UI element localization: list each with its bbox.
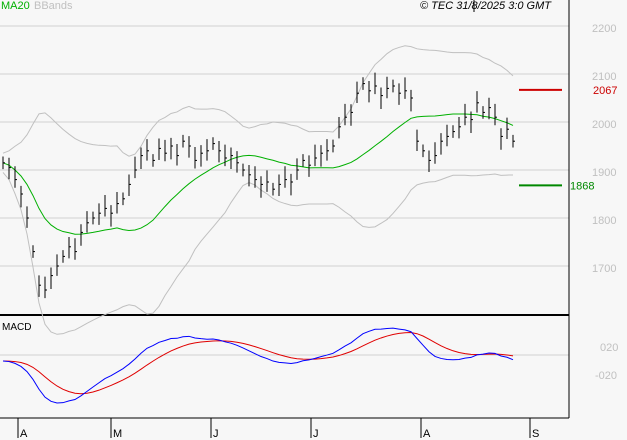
month-label: J [313, 428, 319, 440]
chart-container: 2200 2100 2000 1900 1800 1700 020 -020 A M J J A S 206… [0, 0, 627, 440]
macd-line [2, 327, 514, 404]
price-tick-label: 1700 [592, 263, 616, 275]
month-label: A [20, 428, 28, 440]
bbands-legend: BBands [34, 0, 73, 12]
price-tick-label: 1800 [592, 215, 616, 227]
support-label: 1868 [570, 180, 594, 192]
lower-band [2, 172, 514, 335]
month-label: A [423, 428, 431, 440]
ma20-line [2, 113, 514, 235]
month-label: M [113, 428, 122, 440]
price-tick-label: 2000 [592, 119, 616, 131]
macd-tick-label: -020 [595, 370, 617, 382]
macd-signal-line [2, 332, 514, 395]
resistance-label: 2067 [593, 85, 617, 97]
macd-title: MACD [2, 322, 32, 333]
upper-band [2, 45, 514, 157]
price-tick-label: 1900 [592, 167, 616, 179]
copyright: © TEC 31/8/2025 3:0 GMT [420, 0, 551, 12]
price-tick-label: 2100 [592, 71, 616, 83]
ma-legend: MA20 [1, 0, 30, 12]
chart-svg: 2200 2100 2000 1900 1800 1700 020 -020 A M J J A S 206… [0, 0, 618, 440]
price-tick-label: 2200 [592, 23, 616, 35]
macd-tick-label: 020 [600, 342, 618, 354]
month-label: S [532, 428, 539, 440]
month-label: J [213, 428, 219, 440]
